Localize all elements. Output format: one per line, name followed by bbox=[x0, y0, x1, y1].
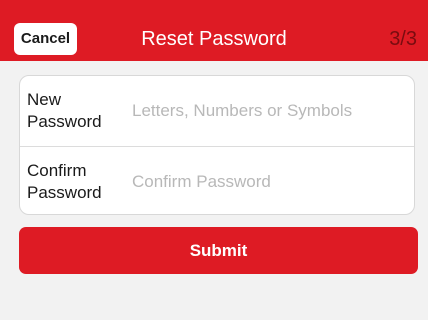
new-password-label: New Password bbox=[27, 90, 102, 131]
submit-button[interactable]: Submit bbox=[19, 227, 418, 274]
confirm-password-row: Confirm Password bbox=[20, 147, 414, 217]
password-form: New Password Confirm Password bbox=[19, 75, 415, 215]
page-title: Reset Password bbox=[141, 28, 287, 50]
confirm-password-input[interactable] bbox=[132, 167, 402, 197]
header-bar: Cancel Reset Password 3/3 bbox=[0, 0, 428, 61]
new-password-input[interactable] bbox=[132, 96, 402, 126]
confirm-password-label: Confirm Password bbox=[27, 161, 102, 202]
step-indicator: 3/3 bbox=[389, 28, 417, 50]
new-password-row: New Password bbox=[20, 76, 414, 146]
